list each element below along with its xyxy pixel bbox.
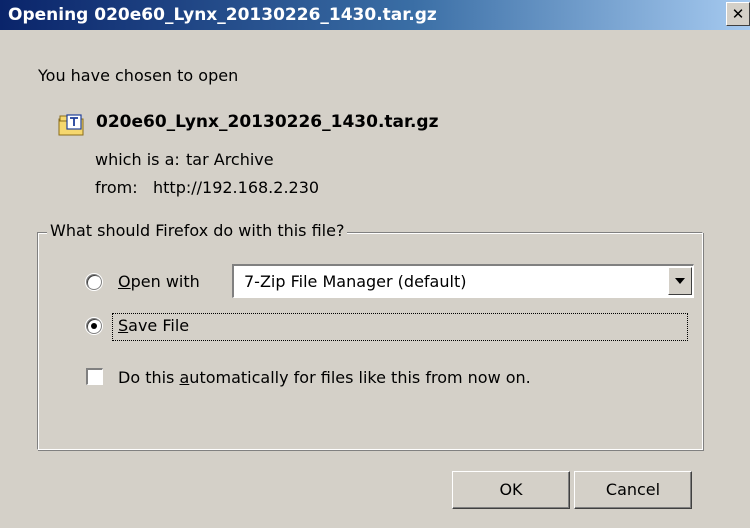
- action-group-legend: What should Firefox do with this file?: [47, 221, 348, 240]
- ok-button[interactable]: OK: [452, 471, 570, 509]
- open-with-app-value: 7-Zip File Manager (default): [244, 272, 467, 291]
- file-type-value: tar Archive: [186, 150, 274, 169]
- open-with-app-select[interactable]: 7-Zip File Manager (default): [232, 264, 694, 298]
- close-button[interactable]: ✕: [726, 2, 750, 26]
- open-with-label[interactable]: Open with: [118, 272, 200, 291]
- file-name: 020e60_Lynx_20130226_1430.tar.gz: [96, 112, 439, 132]
- save-file-label[interactable]: Save File: [118, 316, 189, 335]
- window-title: Opening 020e60_Lynx_20130226_1430.tar.gz: [8, 5, 437, 25]
- open-with-radio[interactable]: [86, 274, 102, 290]
- close-icon: ✕: [731, 5, 745, 23]
- intro-text: You have chosen to open: [38, 66, 239, 85]
- file-type-label: which is a:: [95, 150, 180, 169]
- save-file-focus-rect: [112, 313, 688, 341]
- auto-action-label[interactable]: Do this automatically for files like thi…: [118, 368, 531, 387]
- radio-selected-dot: [91, 323, 97, 329]
- title-bar[interactable]: Opening 020e60_Lynx_20130226_1430.tar.gz…: [0, 0, 750, 30]
- save-file-radio[interactable]: [86, 318, 102, 334]
- file-from-label: from:: [95, 178, 138, 197]
- file-from-value: http://192.168.2.230: [153, 178, 320, 197]
- cancel-button[interactable]: Cancel: [574, 471, 692, 509]
- chevron-down-icon[interactable]: [668, 267, 692, 295]
- archive-file-icon: [58, 114, 84, 136]
- auto-action-checkbox[interactable]: [86, 368, 103, 385]
